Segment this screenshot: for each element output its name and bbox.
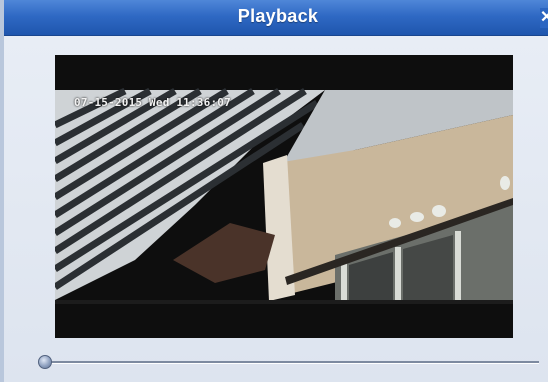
video-frame: 07-15-2015 Wed 11:36:07	[55, 55, 513, 338]
close-button[interactable]: ✕	[540, 8, 548, 28]
playback-progress-thumb[interactable]	[38, 355, 52, 369]
playback-window: Playback ✕ 07-15-2015 Wed 11:36:07	[0, 0, 548, 382]
close-icon: ✕	[540, 9, 548, 26]
title-bar: Playback ✕	[4, 0, 548, 36]
window-title: Playback	[237, 6, 319, 26]
video-timestamp: 07-15-2015 Wed 11:36:07	[74, 96, 231, 109]
playback-progress-track[interactable]	[44, 361, 539, 363]
